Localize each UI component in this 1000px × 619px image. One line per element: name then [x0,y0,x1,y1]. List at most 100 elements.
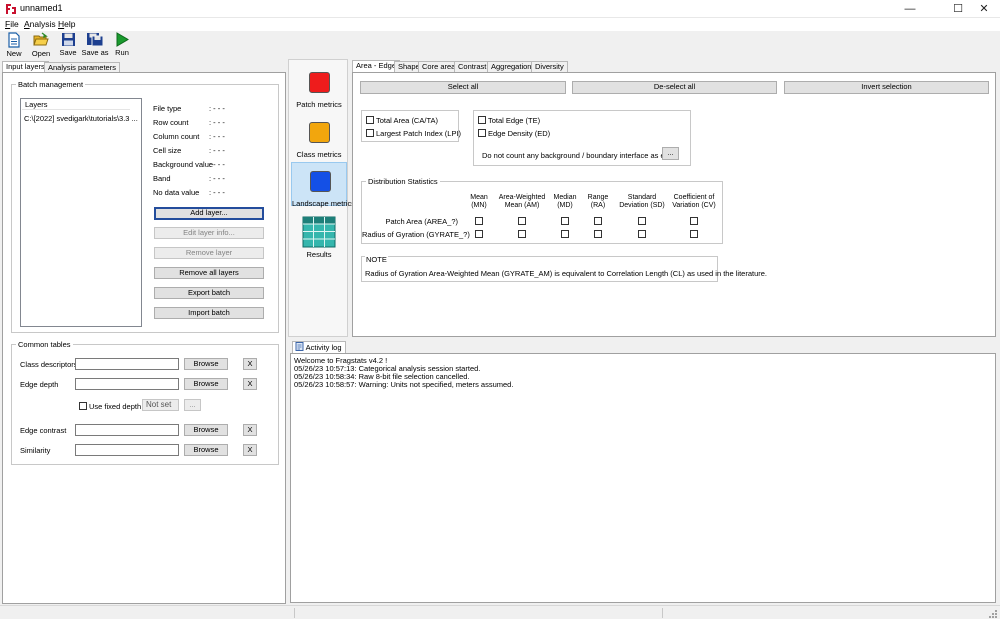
status-bar [0,605,1000,619]
title-bar: unnamed1 — ☐ ✕ [0,0,1000,18]
tab-contrast[interactable]: Contrast [454,61,491,72]
similarity-input[interactable] [75,444,179,456]
area-mn-checkbox[interactable] [475,217,483,225]
menu-bar: File Analysis Help [0,18,1000,31]
common-tables-group: Common tables Class descriptors Browse X… [11,340,279,465]
run-button[interactable]: Run [108,32,136,59]
median-column-header: Median (MD) [553,194,577,209]
tab-activity-log[interactable]: Activity log [292,341,346,353]
edge-density-checkbox[interactable] [478,129,486,137]
edge-contrast-browse-button[interactable]: Browse [184,424,228,436]
class-descriptors-label: Class descriptors [20,360,78,369]
similarity-browse-button[interactable]: Browse [184,444,228,456]
fixed-depth-ellipsis-button[interactable]: ... [184,399,201,411]
layer-list-item[interactable]: C:\[2022] svedigark\tutorials\3.3 ... [24,114,141,123]
gyrate-sd-checkbox[interactable] [638,230,646,238]
class-descriptors-input[interactable] [75,358,179,370]
area-md-checkbox[interactable] [561,217,569,225]
mean-column-header: Mean (MN) [470,194,488,209]
invert-selection-button[interactable]: Invert selection [784,81,989,94]
fixed-depth-input[interactable]: Not set [142,399,179,411]
gyrate-ra-checkbox[interactable] [594,230,602,238]
status-divider [294,608,295,618]
row-count-value: : - - - [209,118,225,127]
layers-list[interactable]: Layers C:\[2022] svedigark\tutorials\3.3… [20,98,142,327]
class-metrics-icon [309,122,330,143]
use-fixed-depth-checkbox[interactable] [79,402,87,410]
background-value-label: Background value [153,160,214,169]
area-cv-checkbox[interactable] [690,217,698,225]
similarity-label: Similarity [20,446,51,455]
tab-diversity[interactable]: Diversity [531,61,568,72]
layers-column-header[interactable]: Layers [22,99,130,110]
row-count-label: Row count [153,118,189,127]
similarity-clear-button[interactable]: X [243,444,257,456]
background-value-value: : - - - [209,160,225,169]
results-item[interactable]: Results [291,214,347,259]
column-count-label: Column count [153,132,200,141]
class-descriptors-browse-button[interactable]: Browse [184,358,228,370]
boundary-edge-settings-button[interactable]: ... [662,147,679,160]
status-divider [662,608,663,618]
class-descriptors-clear-button[interactable]: X [243,358,257,370]
band-label: Band [153,174,171,183]
edge-depth-label: Edge depth [20,380,59,389]
patch-metrics-item[interactable]: Patch metrics [291,64,347,109]
minimize-button[interactable]: — [894,0,926,18]
distribution-statistics-group: Distribution Statistics Mean (MN) Area-We… [361,177,723,244]
menu-help[interactable]: Help [58,19,75,29]
tab-area-edge[interactable]: Area - Edge [352,60,401,72]
edge-contrast-input[interactable] [75,424,179,436]
lpi-checkbox[interactable] [366,129,374,137]
minimize-icon: — [904,3,916,15]
menu-analysis[interactable]: Analysis [24,19,56,29]
boundary-edge-note: Do not count any background / boundary i… [482,151,680,160]
landscape-metrics-item[interactable]: Landscape metrics [291,162,355,208]
total-edge-label: Total Edge (TE) [488,116,541,125]
remove-layer-button[interactable]: Remove layer [154,247,264,259]
gyrate-md-checkbox[interactable] [561,230,569,238]
activity-log-tab-label: Activity log [305,343,342,352]
save-button[interactable]: Save [54,32,82,59]
remove-all-layers-button[interactable]: Remove all layers [154,267,264,279]
edge-density-label: Edge Density (ED) [488,129,551,138]
save-as-button[interactable]: Save as [81,32,109,59]
new-button[interactable]: New [0,32,28,59]
run-play-icon [116,32,129,47]
select-all-button[interactable]: Select all [360,81,566,94]
gyrate-am-checkbox[interactable] [518,230,526,238]
menu-file[interactable]: File [5,19,19,29]
area-am-checkbox[interactable] [518,217,526,225]
toolbar: New Open Save Save as Run [0,31,1000,60]
total-edge-checkbox[interactable] [478,116,486,124]
gyrate-cv-checkbox[interactable] [690,230,698,238]
edit-layer-info-button[interactable]: Edit layer info... [154,227,264,239]
add-layer-button[interactable]: Add layer... [154,207,264,220]
edge-contrast-clear-button[interactable]: X [243,424,257,436]
coefficient-of-variation-column-header: Coefficient of Variation (CV) [672,194,716,209]
edge-depth-clear-button[interactable]: X [243,378,257,390]
edge-depth-input[interactable] [75,378,179,390]
area-ra-checkbox[interactable] [594,217,602,225]
gyrate-mn-checkbox[interactable] [475,230,483,238]
import-batch-button[interactable]: Import batch [154,307,264,319]
resize-grip-icon[interactable] [988,609,998,619]
deselect-all-button[interactable]: De-select all [572,81,777,94]
close-icon: ✕ [979,3,989,15]
area-sd-checkbox[interactable] [638,217,646,225]
class-metrics-item[interactable]: Class metrics [291,114,347,159]
window-title: unnamed1 [20,3,63,13]
edge-metrics-group: Total Edge (TE) Edge Density (ED) Do not… [473,110,691,166]
edge-depth-browse-button[interactable]: Browse [184,378,228,390]
export-batch-button[interactable]: Export batch [154,287,264,299]
floppy-disk-icon [61,33,75,46]
save-as-icon [87,33,104,47]
open-button[interactable]: Open [27,32,55,59]
total-area-label: Total Area (CA/TA) [376,116,438,125]
close-button[interactable]: ✕ [968,0,1000,18]
cell-size-value: : - - - [209,146,225,155]
tab-aggregation[interactable]: Aggregation [487,61,536,72]
area-metrics-group: Total Area (CA/TA) Largest Patch Index (… [361,110,461,142]
total-area-checkbox[interactable] [366,116,374,124]
input-layers-panel: Batch management Layers C:\[2022] svedig… [2,72,286,604]
